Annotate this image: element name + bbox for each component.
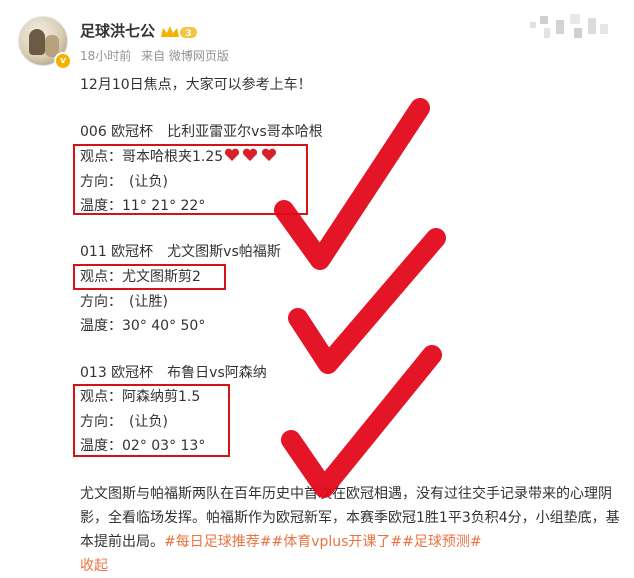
match-title: 013 欧冠杯 布鲁日vs阿森纳 [80,365,267,381]
verified-badge-icon: v [54,52,72,70]
hashtag-link[interactable]: #足球预测# [402,534,481,550]
match-direction: 方向： (让胜) [80,294,168,310]
annotation-box [73,384,230,457]
check-mark-icon [288,228,446,374]
post-source: 来自 微博网页版 [141,49,229,63]
username[interactable]: 足球洪七公 [80,20,155,41]
match-title: 006 欧冠杯 比利亚雷亚尔vs哥本哈根 [80,124,323,140]
annotation-box [73,264,226,290]
vip-level: 3 [185,29,191,39]
post-intro: 12月10日焦点，大家可以参考上车！ [80,77,312,93]
check-mark-icon [281,345,442,498]
annotation-box [73,144,308,215]
match-title: 011 欧冠杯 尤文图斯vs帕福斯 [80,244,281,260]
post-time[interactable]: 18小时前 [80,49,131,63]
match-temperature: 温度：30° 40° 50° [80,318,206,334]
collapse-link[interactable]: 收起 [80,558,108,574]
hashtag-link[interactable]: #体育vplus开课了# [271,534,402,550]
hashtag-link[interactable]: #每日足球推荐# [164,534,271,550]
post-meta: 18小时前 来自 微博网页版 [80,47,235,64]
post-paragraph: 尤文图斯与帕福斯两队在百年历史中首次在欧冠相遇，没有过往交手记录带来的心理阴影，… [80,482,620,578]
blurred-region [530,14,610,46]
avatar-figure [29,29,45,55]
vip-crown-icon[interactable]: 3 [160,24,198,40]
